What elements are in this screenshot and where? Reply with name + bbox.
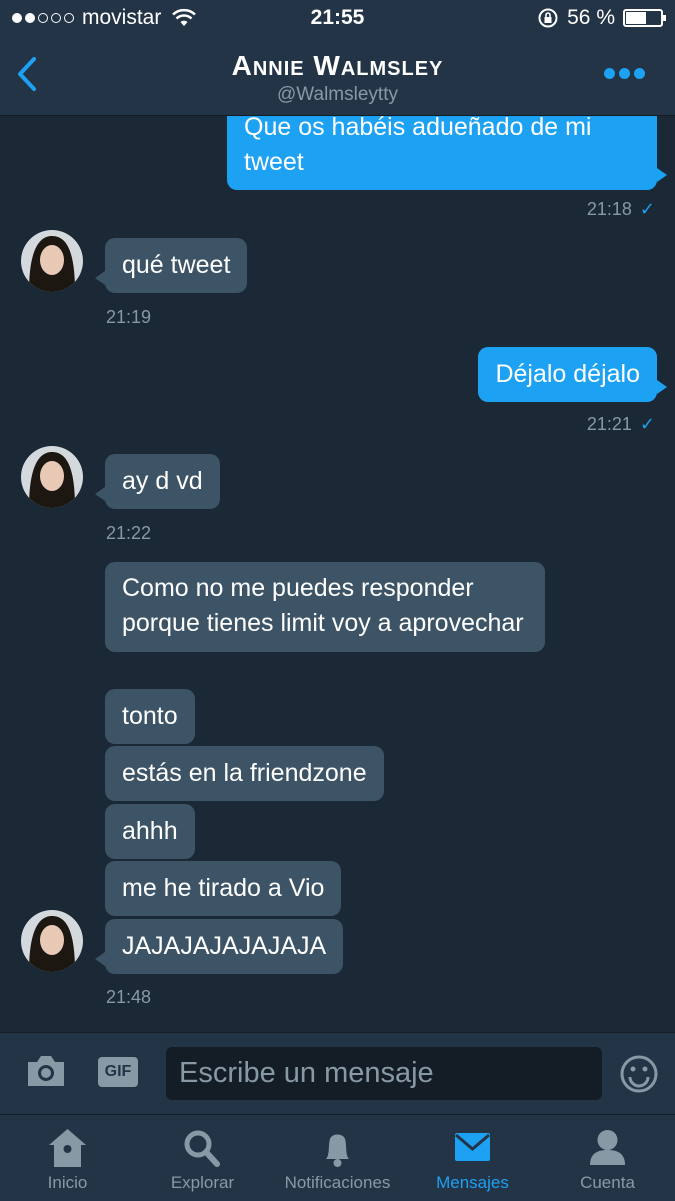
- search-icon: [184, 1130, 220, 1167]
- contact-handle[interactable]: @Walmsleytty: [0, 84, 675, 106]
- emoji-icon[interactable]: [619, 1054, 659, 1094]
- contact-name[interactable]: Annie Walmsley: [0, 50, 675, 82]
- message-bubble-incoming[interactable]: ay d vd: [95, 454, 220, 509]
- avatar[interactable]: [21, 446, 83, 508]
- message-text: Como no me puedes responder porque tiene…: [122, 574, 524, 637]
- message-composer: GIF: [0, 1032, 675, 1115]
- message-text: me he tirado a Vio: [122, 874, 325, 902]
- message-text: JAJAJAJAJAJAJA: [122, 932, 327, 960]
- person-icon: [590, 1130, 625, 1165]
- message-bubble-incoming[interactable]: Como no me puedes responder porque tiene…: [105, 562, 545, 652]
- message-input[interactable]: [166, 1047, 602, 1100]
- rotation-lock-icon: [538, 8, 558, 28]
- message-text: qué tweet: [122, 251, 231, 279]
- gif-button[interactable]: GIF: [98, 1057, 138, 1087]
- message-bubble-incoming[interactable]: ahhh: [105, 804, 195, 859]
- message-list[interactable]: Que os habéis adueñado de mi tweet 21:18…: [0, 116, 675, 1032]
- conversation-header: Annie Walmsley @Walmsleytty: [0, 38, 675, 116]
- message-timestamp: 21:18 ✓: [586, 199, 655, 219]
- camera-icon[interactable]: [24, 1053, 68, 1089]
- status-right: 56 %: [537, 6, 666, 30]
- message-bubble-incoming[interactable]: estás en la friendzone: [105, 746, 384, 801]
- message-text: tonto: [122, 702, 178, 730]
- tab-label: Inicio: [47, 1173, 88, 1192]
- message-bubble-incoming[interactable]: tonto: [105, 689, 195, 744]
- tab-label: Notificaciones: [284, 1173, 391, 1192]
- read-check-icon: ✓: [639, 199, 655, 219]
- message-bubble-outgoing[interactable]: Déjalo déjalo: [478, 347, 667, 402]
- message-bubble-incoming[interactable]: me he tirado a Vio: [105, 861, 342, 916]
- tab-mensajes[interactable]: Mensajes: [405, 1115, 540, 1201]
- tab-label: Cuenta: [580, 1173, 635, 1192]
- message-bubble-outgoing[interactable]: Que os habéis adueñado de mi tweet: [227, 116, 667, 190]
- message-text: Que os habéis adueñado de mi tweet: [244, 116, 592, 176]
- tab-explorar[interactable]: Explorar: [135, 1115, 270, 1201]
- avatar[interactable]: [21, 230, 83, 292]
- battery-percent: 56 %: [567, 6, 615, 29]
- read-check-icon: ✓: [639, 414, 655, 434]
- tab-inicio[interactable]: Inicio: [0, 1115, 135, 1201]
- tab-cuenta[interactable]: Cuenta: [540, 1115, 675, 1201]
- status-bar: movistar 21:55 56 %: [0, 0, 675, 38]
- message-bubble-incoming[interactable]: qué tweet: [94, 238, 248, 293]
- message-text: estás en la friendzone: [122, 759, 367, 787]
- tab-label: Explorar: [170, 1173, 235, 1192]
- tab-bar: Inicio Explorar Notificaciones Mensajes …: [0, 1114, 675, 1201]
- tab-notificaciones[interactable]: Notificaciones: [270, 1115, 405, 1201]
- message-text: ahhh: [122, 817, 178, 845]
- tab-label: Mensajes: [436, 1173, 509, 1192]
- message-timestamp: 21:19: [106, 307, 152, 327]
- avatar[interactable]: [21, 910, 83, 972]
- bell-icon: [326, 1134, 349, 1167]
- message-bubble-incoming[interactable]: JAJAJAJAJAJAJA: [94, 919, 344, 974]
- message-timestamp: 21:22: [106, 523, 152, 543]
- more-options-icon[interactable]: [604, 68, 645, 79]
- home-icon: [49, 1129, 86, 1167]
- envelope-icon: [455, 1133, 490, 1161]
- message-timestamp: 21:21 ✓: [586, 414, 655, 434]
- battery-icon: [623, 9, 666, 27]
- message-text: Déjalo déjalo: [495, 360, 640, 388]
- message-timestamp: 21:48: [106, 987, 152, 1007]
- message-text: ay d vd: [122, 467, 203, 495]
